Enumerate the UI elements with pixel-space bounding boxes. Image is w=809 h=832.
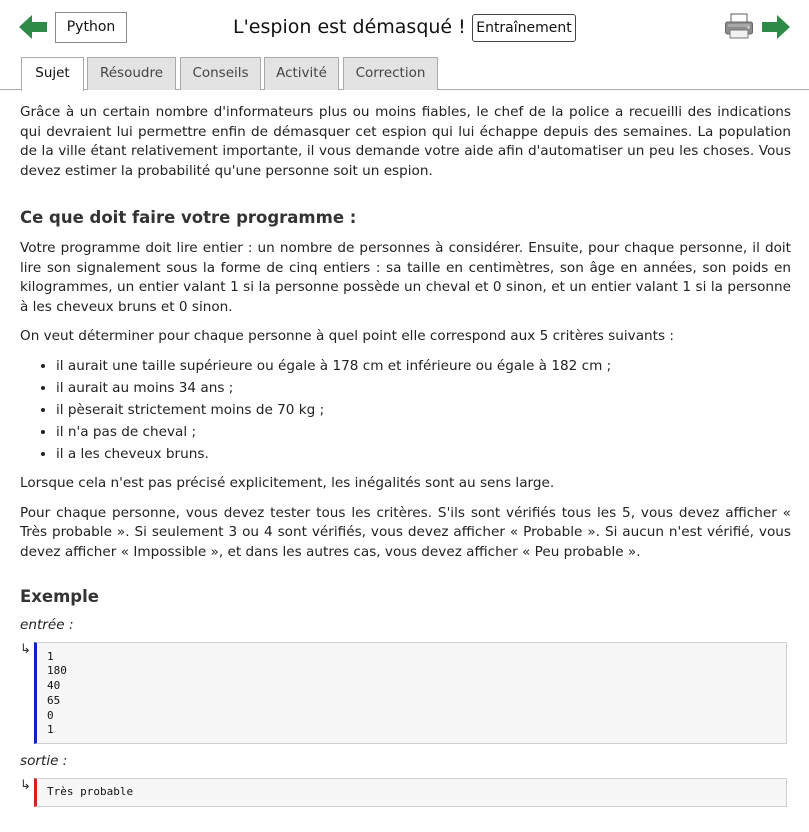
- tab-sujet[interactable]: Sujet: [21, 57, 84, 91]
- task-paragraph-4: Pour chaque personne, vous devez tester …: [20, 504, 791, 560]
- criteria-list: il aurait une taille supérieure ou égale…: [20, 357, 791, 465]
- arrow-right-icon[interactable]: [761, 14, 791, 40]
- output-example: ↳ Très probable: [20, 777, 791, 807]
- input-label: entrée :: [20, 617, 74, 633]
- list-item: il pèserait strictement moins de 70 kg ;: [56, 401, 791, 421]
- tab-bar: Sujet Résoudre Conseils Activité Correct…: [0, 56, 809, 91]
- output-label: sortie :: [20, 753, 68, 770]
- printer-icon[interactable]: [724, 13, 754, 39]
- code-line: 1: [47, 649, 54, 663]
- task-heading: Ce que doit faire votre programme :: [20, 208, 357, 227]
- output-code-block[interactable]: Très probable: [34, 777, 787, 807]
- tab-activite[interactable]: Activité: [264, 57, 339, 90]
- task-paragraph-1: Votre programme doit lire entier : un no…: [20, 240, 791, 315]
- input-example: ↳ 1 180 40 65 0 1: [20, 641, 791, 745]
- intro-paragraph: Grâce à un certain nombre d'informateurs…: [20, 104, 791, 179]
- task-paragraph-2: On veut déterminer pour chaque personne …: [20, 328, 674, 344]
- code-line: 0: [47, 708, 54, 722]
- return-arrow-icon: ↳: [20, 641, 31, 657]
- list-item: il a les cheveux bruns.: [56, 445, 791, 465]
- list-item: il aurait une taille supérieure ou égale…: [56, 357, 791, 377]
- code-line: 180: [47, 664, 67, 678]
- return-arrow-icon: ↳: [20, 777, 31, 793]
- example-heading: Exemple: [20, 587, 99, 606]
- mode-badge: Entraînement: [472, 14, 576, 42]
- tab-conseils[interactable]: Conseils: [180, 57, 261, 90]
- list-item: il aurait au moins 34 ans ;: [56, 379, 791, 399]
- tab-resoudre[interactable]: Résoudre: [87, 57, 176, 90]
- code-line: 65: [47, 693, 61, 707]
- code-line: 40: [47, 679, 61, 693]
- header: Python L'espion est démasqué ! Entraînem…: [0, 0, 809, 56]
- language-button[interactable]: Python: [55, 12, 127, 43]
- code-line: Très probable: [47, 784, 134, 798]
- arrow-left-icon[interactable]: [18, 14, 48, 40]
- code-line: 1: [47, 723, 54, 737]
- list-item: il n'a pas de cheval ;: [56, 423, 791, 443]
- input-code-block[interactable]: 1 180 40 65 0 1: [34, 641, 787, 745]
- problem-statement: Grâce à un certain nombre d'informateurs…: [20, 103, 791, 815]
- task-paragraph-3: Lorsque cela n'est pas précisé explicite…: [20, 475, 555, 491]
- page-title: L'espion est démasqué !: [233, 16, 466, 38]
- tab-correction[interactable]: Correction: [343, 57, 438, 90]
